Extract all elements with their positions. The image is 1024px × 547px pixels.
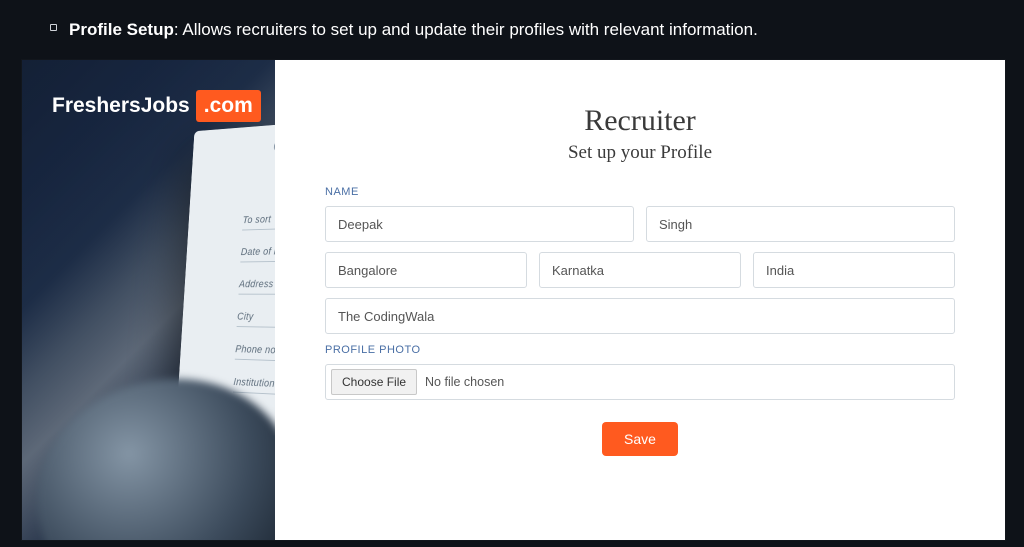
mock-label: Date of birth	[241, 240, 275, 258]
choose-file-button[interactable]: Choose File	[331, 369, 417, 395]
app-screenshot: To sort Date of birth Address City Phone…	[22, 60, 1005, 540]
company-input[interactable]	[325, 298, 955, 334]
mock-label: Address	[239, 277, 275, 290]
form-subheading: Set up your Profile	[325, 142, 955, 164]
brand-name: FreshersJobs	[52, 94, 190, 118]
country-input[interactable]	[753, 252, 955, 288]
profile-form-pane: Recruiter Set up your Profile NAME PROFI…	[275, 60, 1005, 540]
city-input[interactable]	[325, 252, 527, 288]
description-title: Profile Setup	[69, 20, 174, 39]
mock-label: To sort	[242, 203, 275, 225]
bullet-icon	[50, 24, 57, 31]
first-name-input[interactable]	[325, 206, 634, 242]
form-heading: Recruiter	[325, 104, 955, 138]
mock-label: Phone no.	[235, 344, 275, 365]
name-section-label: NAME	[325, 186, 955, 198]
save-button[interactable]: Save	[602, 422, 678, 456]
last-name-input[interactable]	[646, 206, 955, 242]
feature-description: Profile Setup: Allows recruiters to set …	[0, 0, 1024, 42]
photo-section-label: PROFILE PHOTO	[325, 344, 955, 356]
profile-photo-file-input[interactable]: Choose File No file chosen	[325, 364, 955, 400]
brand-tld: .com	[196, 90, 261, 122]
description-text: Profile Setup: Allows recruiters to set …	[69, 18, 758, 42]
description-body: : Allows recruiters to set up and update…	[174, 20, 758, 39]
brand-logo: FreshersJobs .com	[52, 90, 261, 122]
mock-label: City	[237, 311, 275, 327]
left-illustration-pane: To sort Date of birth Address City Phone…	[22, 60, 275, 540]
state-input[interactable]	[539, 252, 741, 288]
file-status-text: No file chosen	[425, 375, 504, 389]
